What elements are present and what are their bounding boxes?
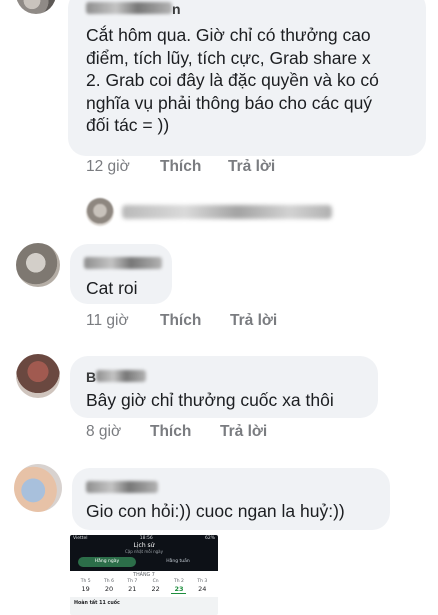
comment-time: 12 giờ xyxy=(86,158,130,175)
avatar[interactable] xyxy=(16,243,60,287)
commenter-name-tail: B xyxy=(86,369,97,385)
screenshot-day: Th 3 24 xyxy=(197,579,208,593)
screenshot-day: Th 6 20 xyxy=(104,579,114,593)
comment-text: Gio con hỏi:)) cuoc ngan la huỷ:)) xyxy=(86,501,345,521)
like-button[interactable]: Thích xyxy=(160,158,201,176)
like-button[interactable]: Thích xyxy=(150,423,191,441)
commenter-name[interactable] xyxy=(86,2,172,14)
comment-text: Cắt hôm qua. Giờ chỉ có thưởng cao điểm,… xyxy=(86,25,379,136)
screenshot-subtitle: Cập nhật mỗi ngày xyxy=(124,549,164,554)
commenter-name[interactable] xyxy=(84,257,162,269)
screenshot-day-selected: Th 2 23 xyxy=(171,579,187,594)
comment-time: 11 giờ xyxy=(86,312,129,329)
screenshot-day: Cn 22 xyxy=(151,579,160,593)
commenter-name-tail: n xyxy=(172,1,181,17)
view-replies-link[interactable] xyxy=(122,205,332,219)
screenshot-footer: Hoàn tất 11 cuốc xyxy=(70,597,218,615)
screenshot-header: Viettel 18:56 62% Lịch sử Cập nhật mỗi n… xyxy=(70,535,218,571)
commenter-name[interactable] xyxy=(96,370,146,382)
screenshot-tab-weekly: Hằng tuần xyxy=(166,559,190,564)
screenshot-day-strip: Th 5 19 Th 6 20 Th 7 21 Cn 22 Th 2 23 Th 3 24 xyxy=(70,579,218,594)
reply-button[interactable]: Trả lời xyxy=(230,312,277,330)
screenshot-status-bar: Viettel 18:56 62% xyxy=(73,536,215,541)
comment-text: Cat roi xyxy=(86,278,138,298)
attached-screenshot[interactable]: Viettel 18:56 62% Lịch sử Cập nhật mỗi n… xyxy=(70,535,218,615)
screenshot-month: THÁNG 7 xyxy=(133,573,155,578)
avatar[interactable] xyxy=(16,354,60,398)
commenter-name[interactable] xyxy=(86,481,158,493)
reply-avatar[interactable] xyxy=(86,198,114,226)
like-button[interactable]: Thích xyxy=(160,312,201,330)
avatar[interactable] xyxy=(14,464,62,512)
screenshot-tab-daily: Hằng ngày xyxy=(78,557,136,567)
screenshot-day: Th 7 21 xyxy=(127,579,138,593)
screenshot-title: Lịch sử xyxy=(133,542,155,549)
comment-time: 8 giờ xyxy=(86,423,122,440)
reply-button[interactable]: Trả lời xyxy=(228,158,275,176)
avatar[interactable] xyxy=(16,0,56,14)
reply-button[interactable]: Trả lời xyxy=(220,423,267,441)
screenshot-day: Th 5 19 xyxy=(80,579,91,593)
comment-text: Bây giờ chỉ thưởng cuốc xa thôi xyxy=(86,390,334,410)
